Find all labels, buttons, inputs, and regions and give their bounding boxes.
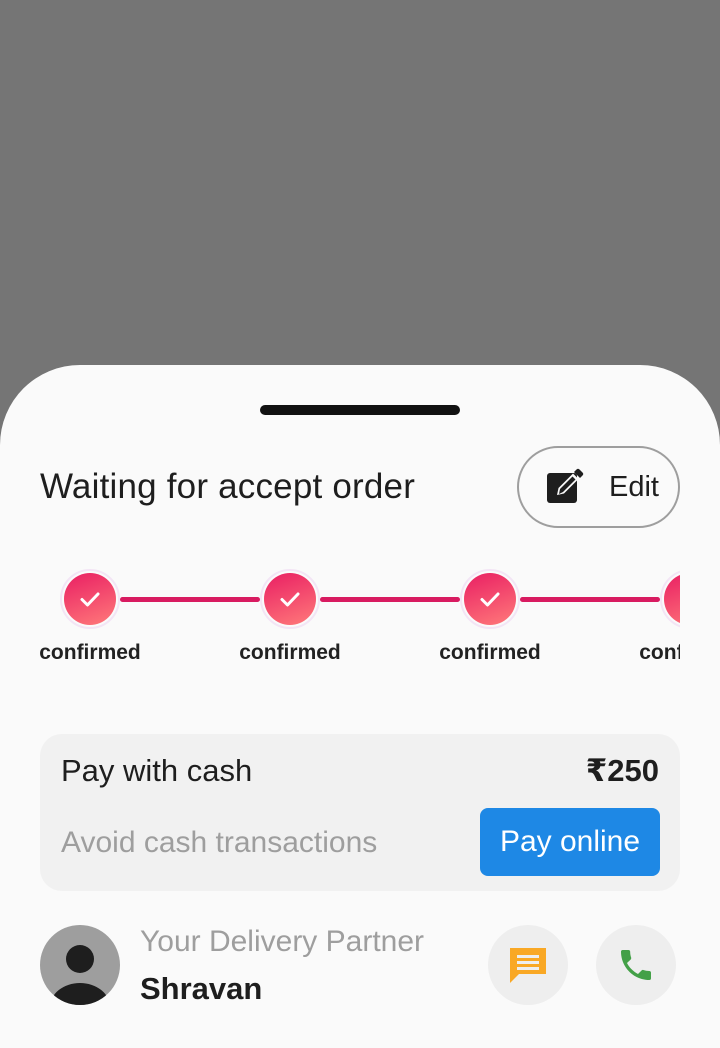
- check-icon: [280, 592, 300, 607]
- delivery-partner-name: Shravan: [140, 971, 263, 1006]
- step-2-indicator: [260, 569, 320, 629]
- edit-icon: [547, 468, 584, 503]
- payment-method-title: Pay with cash: [61, 753, 253, 788]
- edit-label: Edit: [609, 470, 659, 503]
- step-connector: [320, 597, 460, 602]
- check-icon: [80, 592, 100, 607]
- pay-online-button[interactable]: Pay online: [480, 808, 660, 876]
- check-icon: [480, 592, 500, 607]
- payment-subtitle: Avoid cash transactions: [61, 826, 378, 859]
- delivery-partner-row: Your Delivery Partner Shravan: [40, 925, 680, 1007]
- step-1-indicator: [60, 569, 120, 629]
- check-icon: [678, 587, 680, 611]
- delivery-partner-label: Your Delivery Partner: [140, 925, 425, 958]
- step-3-label: confirmed: [439, 641, 541, 664]
- order-progress-stepper: confirmed confirmed confirmed confirmed: [0, 565, 680, 675]
- order-status-title: Waiting for accept order: [40, 467, 416, 506]
- payment-card: Pay with cash ₹250 Avoid cash transactio…: [40, 734, 680, 891]
- step-4-indicator: [660, 569, 680, 629]
- payment-amount: ₹250: [585, 753, 659, 788]
- step-1-label: confirmed: [39, 641, 141, 664]
- person-icon: [50, 945, 110, 1005]
- step-connector: [520, 597, 660, 602]
- step-connector: [120, 597, 260, 602]
- avatar: [40, 925, 120, 1005]
- step-2-label: confirmed: [239, 641, 341, 664]
- call-button[interactable]: [596, 925, 676, 1005]
- step-4-label: confirmed: [639, 641, 680, 664]
- chat-icon: [510, 948, 546, 983]
- step-3-indicator: [460, 569, 520, 629]
- drag-handle[interactable]: [260, 405, 460, 415]
- order-bottom-sheet: Waiting for accept order Edit confirmed …: [0, 365, 720, 1048]
- chat-button[interactable]: [488, 925, 568, 1005]
- edit-order-button[interactable]: Edit: [517, 446, 680, 528]
- phone-icon: [621, 950, 651, 980]
